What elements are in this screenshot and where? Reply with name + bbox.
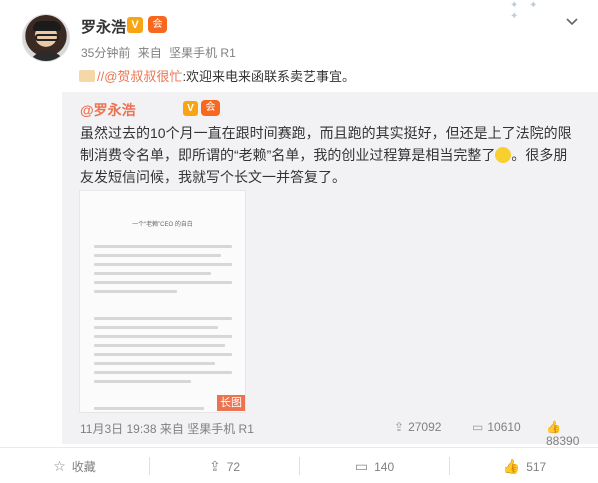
repost-count: 72 [226, 460, 241, 474]
chevron-down-icon[interactable] [566, 14, 578, 29]
long-image-thumbnail[interactable]: 一个“老赖”CEO 的自白 [79, 190, 246, 413]
original-text: 虽然过去的10个月一直在跟时间赛跑，而且跑的其实挺好，但还是上了法院的限制消费令… [80, 122, 580, 188]
favorite-button[interactable]: ☆ 收藏 [0, 448, 149, 483]
comment-icon: ▭ [354, 458, 369, 474]
repost-message: :欢迎来电来函联系卖艺事宜。 [182, 69, 356, 84]
post-time[interactable]: 35分钟前 [81, 46, 130, 60]
original-comment-value: 10610 [487, 420, 521, 434]
like-count: 517 [526, 460, 547, 474]
original-time[interactable]: 11月3日 19:38 [80, 422, 157, 436]
original-like-count[interactable]: 👍88390 [546, 420, 580, 448]
long-image-title: 一个“老赖”CEO 的自白 [132, 222, 193, 228]
repost-text: //@贺叔叔很忙:欢迎来电来函联系卖艺事宜。 [79, 66, 355, 85]
original-post: @罗永浩 V 会 虽然过去的10个月一直在跟时间赛跑，而且跑的其实挺好，但还是上… [62, 92, 598, 448]
original-time-source: 11月3日 19:38 来自 坚果手机 R1 [80, 420, 254, 437]
verified-badge-icon: V [183, 101, 198, 116]
verified-badge-icon: V [127, 17, 143, 33]
avatar-hair [33, 21, 61, 31]
weibo-card: ✦ ✦ ✦ 罗永浩 V 会 35分钟前 来自 坚果手机 R1 //@贺叔叔很忙:… [0, 0, 598, 483]
action-bar: ☆ 收藏 ⇪ 72 ▭ 140 👍 517 [0, 447, 598, 483]
comment-count: 140 [374, 460, 395, 474]
original-like-value: 88390 [546, 434, 580, 448]
star-icon: ☆ [53, 458, 66, 474]
username[interactable]: 罗永浩 [81, 16, 126, 37]
comment-icon: ▭ [472, 420, 484, 434]
post-meta: 35分钟前 来自 坚果手机 R1 [81, 44, 240, 61]
mention-link[interactable]: @贺叔叔很忙 [104, 69, 182, 84]
original-repost-count[interactable]: ⇪ 27092 [394, 420, 441, 434]
favorite-label: 收藏 [71, 460, 96, 474]
smile-emoji-icon [495, 147, 512, 163]
source-link[interactable]: 坚果手机 R1 [169, 46, 236, 60]
original-author-link[interactable]: @罗永浩 [80, 100, 136, 120]
repost-icon: ⇪ [394, 420, 405, 434]
source-prefix: 来自 [137, 46, 162, 60]
repost-icon: ⇪ [208, 458, 221, 474]
avatar-shirt [27, 51, 67, 61]
corner-decoration: ✦ ✦ ✦ [510, 0, 542, 22]
original-comment-count[interactable]: ▭ 10610 [472, 420, 521, 434]
avatar[interactable] [22, 14, 70, 62]
like-button[interactable]: 👍 517 [450, 448, 598, 483]
thumbs-up-icon: 👍 [546, 420, 561, 434]
thumbs-up-icon: 👍 [502, 458, 521, 474]
original-source[interactable]: 坚果手机 R1 [187, 422, 254, 436]
long-image-paragraph [94, 239, 232, 299]
vip-badge-icon: 会 [148, 16, 167, 33]
original-repost-value: 27092 [408, 420, 442, 434]
vip-badge-icon: 会 [201, 100, 220, 116]
handshake-icon [79, 70, 95, 82]
repost-button[interactable]: ⇪ 72 [150, 448, 299, 483]
long-image-badge: 长图 [217, 395, 245, 411]
long-image-paragraph [94, 311, 232, 389]
avatar-glasses [35, 34, 59, 41]
long-image-paragraph [94, 401, 232, 412]
original-source-prefix: 来自 [159, 422, 184, 436]
comment-button[interactable]: ▭ 140 [300, 448, 449, 483]
